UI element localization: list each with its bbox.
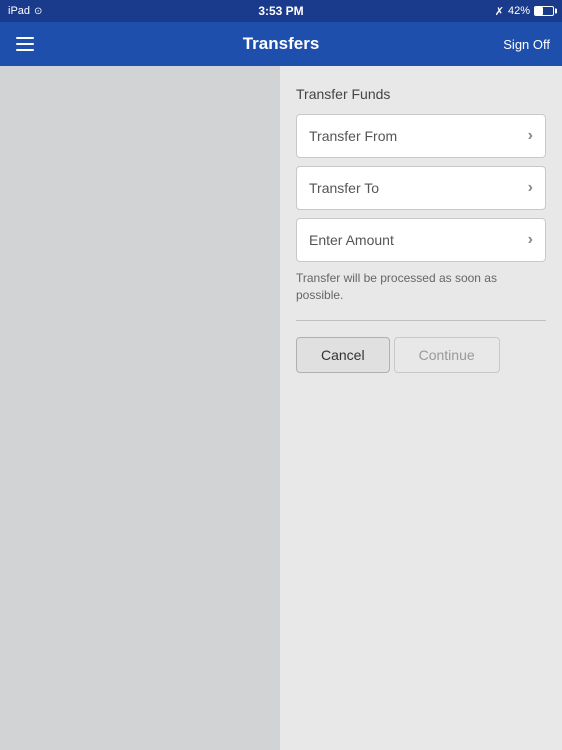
enter-amount-field[interactable]: Enter Amount › (296, 218, 546, 262)
nav-bar: Transfers Sign Off (0, 22, 562, 66)
battery-percentage: 42% (508, 5, 530, 17)
battery-icon (534, 6, 554, 16)
device-label: iPad (8, 5, 30, 17)
button-row: Cancel Continue (296, 337, 546, 373)
wifi-icon: ⊙ (34, 6, 42, 17)
status-left: iPad ⊙ (8, 5, 42, 17)
divider (296, 320, 546, 321)
transfer-from-chevron-icon: › (528, 127, 533, 145)
transfer-from-label: Transfer From (309, 128, 397, 144)
transfer-to-label: Transfer To (309, 180, 379, 196)
continue-button[interactable]: Continue (394, 337, 500, 373)
main-content: Transfer Funds Transfer From › Transfer … (0, 66, 562, 750)
info-text: Transfer will be processed as soon as po… (296, 270, 546, 304)
transfer-to-chevron-icon: › (528, 179, 533, 197)
enter-amount-chevron-icon: › (528, 231, 533, 249)
status-bar: iPad ⊙ 3:53 PM ✗ 42% (0, 0, 562, 22)
bluetooth-icon: ✗ (495, 5, 504, 18)
transfer-to-field[interactable]: Transfer To › (296, 166, 546, 210)
status-right: ✗ 42% (495, 5, 554, 18)
enter-amount-label: Enter Amount (309, 232, 394, 248)
sign-off-button[interactable]: Sign Off (503, 37, 550, 52)
page-title: Transfers (243, 34, 320, 54)
cancel-button[interactable]: Cancel (296, 337, 390, 373)
right-panel: Transfer Funds Transfer From › Transfer … (280, 66, 562, 750)
left-panel (0, 66, 280, 750)
menu-button[interactable] (12, 33, 38, 55)
section-title: Transfer Funds (296, 86, 546, 102)
transfer-from-field[interactable]: Transfer From › (296, 114, 546, 158)
status-time: 3:53 PM (258, 4, 303, 18)
